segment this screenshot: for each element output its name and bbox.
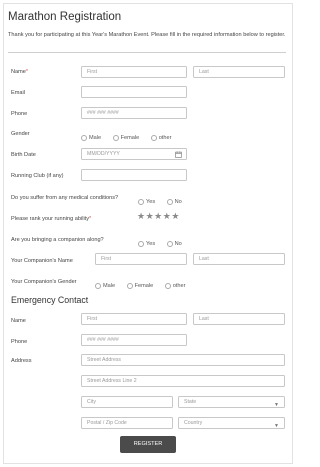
companion-gender-option-female[interactable]: Female: [126, 277, 153, 294]
companion-gender-options: Male Female other: [95, 277, 185, 295]
companion-gender-label: Your Companion's Gender: [11, 279, 77, 285]
postal-code-input[interactable]: Postal / Zip Code: [81, 417, 173, 429]
street-address-input[interactable]: Street Address: [81, 354, 285, 366]
radio-button[interactable]: [166, 240, 173, 247]
emergency-last-name-input[interactable]: Last: [193, 313, 285, 325]
radio-button[interactable]: [95, 282, 101, 289]
radio-button[interactable]: [126, 282, 133, 289]
radio-button[interactable]: [138, 198, 144, 205]
rank-ability-label: Please rank your running ability*: [11, 216, 92, 222]
radio-button[interactable]: [150, 134, 157, 141]
companion-last-name-input[interactable]: Last: [193, 253, 285, 265]
radio-button[interactable]: [81, 134, 87, 141]
register-button[interactable]: REGISTER: [120, 436, 176, 453]
companion-name-label: Your Companion's Name: [11, 258, 73, 264]
form-description: Thank you for participating at this Year…: [8, 32, 286, 38]
star-rating: ★★★★★: [137, 211, 180, 222]
radio-button[interactable]: [138, 240, 144, 247]
gender-label: Gender: [11, 131, 30, 137]
last-name-input[interactable]: Last: [193, 66, 285, 78]
emergency-contact-heading: Emergency Contact: [11, 295, 89, 305]
emergency-phone-label: Phone: [11, 339, 28, 345]
star-icon[interactable]: ★: [137, 211, 146, 221]
radio-button[interactable]: [164, 282, 171, 289]
state-select[interactable]: State ▼: [178, 396, 285, 408]
required-asterisk: *: [89, 216, 92, 222]
required-asterisk: *: [25, 69, 29, 75]
emergency-address-label: Address: [11, 358, 32, 364]
email-input[interactable]: [81, 86, 187, 98]
star-icon[interactable]: ★: [146, 211, 155, 221]
country-select[interactable]: Country ▼: [178, 417, 285, 429]
running-club-label: Running Club (if any): [11, 173, 64, 179]
emergency-name-label: Name: [11, 318, 26, 324]
star-icon[interactable]: ★: [154, 211, 163, 221]
emergency-phone-input[interactable]: ### ### ####: [81, 334, 187, 346]
companion-gender-option-other[interactable]: other: [164, 277, 185, 294]
email-label: Email: [11, 90, 25, 96]
emergency-first-name-input[interactable]: First: [81, 313, 187, 325]
birth-date-input[interactable]: MM/DD/YYYY: [81, 148, 187, 160]
companion-question-label: Are you bringing a companion along?: [11, 237, 104, 243]
medical-options: Yes No: [138, 193, 182, 211]
name-label: Name*: [11, 69, 29, 75]
calendar-icon[interactable]: [175, 150, 182, 158]
gender-option-other[interactable]: other: [150, 129, 171, 146]
running-club-input[interactable]: [81, 169, 187, 181]
chevron-down-icon: ▼: [274, 402, 279, 408]
radio-button[interactable]: [166, 198, 173, 205]
gender-option-male[interactable]: Male: [81, 129, 101, 146]
street-address-line2-input[interactable]: Street Address Line 2: [81, 375, 285, 387]
birth-date-label: Birth Date: [11, 152, 36, 158]
chevron-down-icon: ▼: [274, 423, 279, 429]
title-divider: [8, 52, 286, 53]
companion-option-yes[interactable]: Yes: [138, 235, 155, 252]
radio-button[interactable]: [112, 134, 119, 141]
star-icon[interactable]: ★: [171, 211, 180, 221]
city-input[interactable]: City: [81, 396, 173, 408]
companion-options: Yes No: [138, 235, 182, 253]
medical-option-yes[interactable]: Yes: [138, 193, 155, 210]
phone-label: Phone: [11, 111, 28, 117]
companion-option-no[interactable]: No: [166, 235, 182, 252]
gender-options: Male Female other: [81, 129, 171, 147]
first-name-input[interactable]: First: [81, 66, 187, 78]
medical-option-no[interactable]: No: [166, 193, 182, 210]
gender-option-female[interactable]: Female: [112, 129, 139, 146]
companion-gender-option-male[interactable]: Male: [95, 277, 115, 294]
form-title: Marathon Registration: [8, 11, 122, 23]
medical-question-label: Do you suffer from any medical condition…: [11, 195, 119, 201]
companion-first-name-input[interactable]: First: [95, 253, 187, 265]
phone-input[interactable]: ### ### ####: [81, 107, 187, 119]
